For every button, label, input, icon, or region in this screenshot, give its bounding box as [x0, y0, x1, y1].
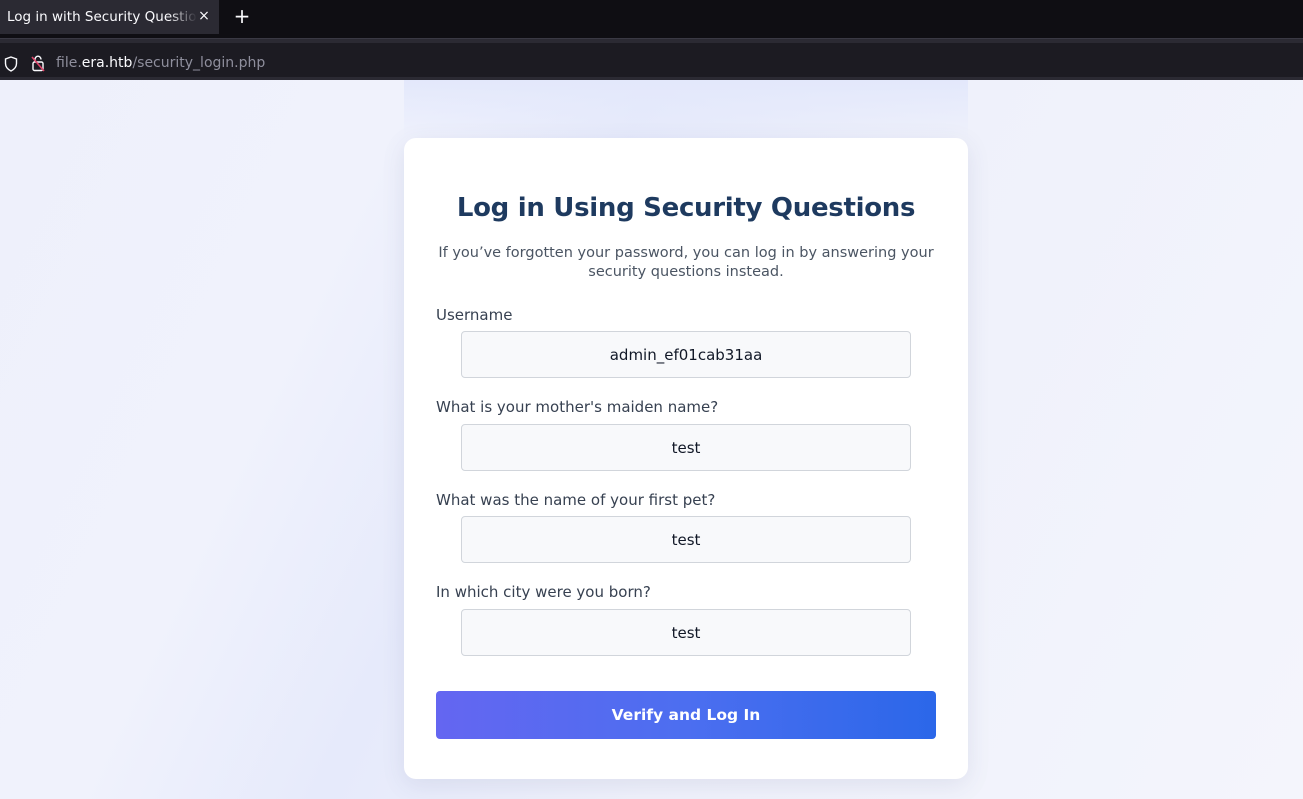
- first-pet-label: What was the name of your first pet?: [436, 491, 716, 509]
- browser-tab[interactable]: Log in with Security Questions ×: [0, 0, 219, 34]
- birth-city-label: In which city were you born?: [436, 583, 651, 601]
- tab-strip: Log in with Security Questions × +: [0, 0, 1303, 38]
- url-host: era.htb: [81, 55, 133, 71]
- page-background: Log in Using Security Questions If you’v…: [0, 80, 1303, 799]
- username-label: Username: [436, 306, 513, 324]
- navigation-bar: file.era.htb/security_login.php: [0, 38, 1303, 80]
- tab-title: Log in with Security Questions: [7, 9, 197, 25]
- shield-icon[interactable]: [4, 56, 18, 77]
- birth-city-input[interactable]: [461, 609, 911, 656]
- security-login-card: Log in Using Security Questions If you’v…: [404, 138, 968, 779]
- first-pet-input[interactable]: [461, 516, 911, 563]
- verify-and-login-button[interactable]: Verify and Log In: [436, 691, 936, 739]
- mother-maiden-name-input[interactable]: [461, 424, 911, 471]
- address-bar[interactable]: file.era.htb/security_login.php: [0, 43, 1303, 77]
- new-tab-button[interactable]: +: [231, 6, 253, 28]
- url-text[interactable]: file.era.htb/security_login.php: [56, 55, 265, 71]
- url-prefix: file.: [56, 55, 82, 71]
- insecure-lock-icon[interactable]: [31, 55, 45, 77]
- page-subtitle: If you’ve forgotten your password, you c…: [438, 245, 934, 280]
- url-path: /security_login.php: [132, 55, 266, 71]
- page-title: Log in Using Security Questions: [456, 193, 916, 223]
- close-tab-icon[interactable]: ×: [197, 8, 211, 24]
- mother-maiden-name-label: What is your mother's maiden name?: [436, 398, 719, 416]
- username-input[interactable]: [461, 331, 911, 378]
